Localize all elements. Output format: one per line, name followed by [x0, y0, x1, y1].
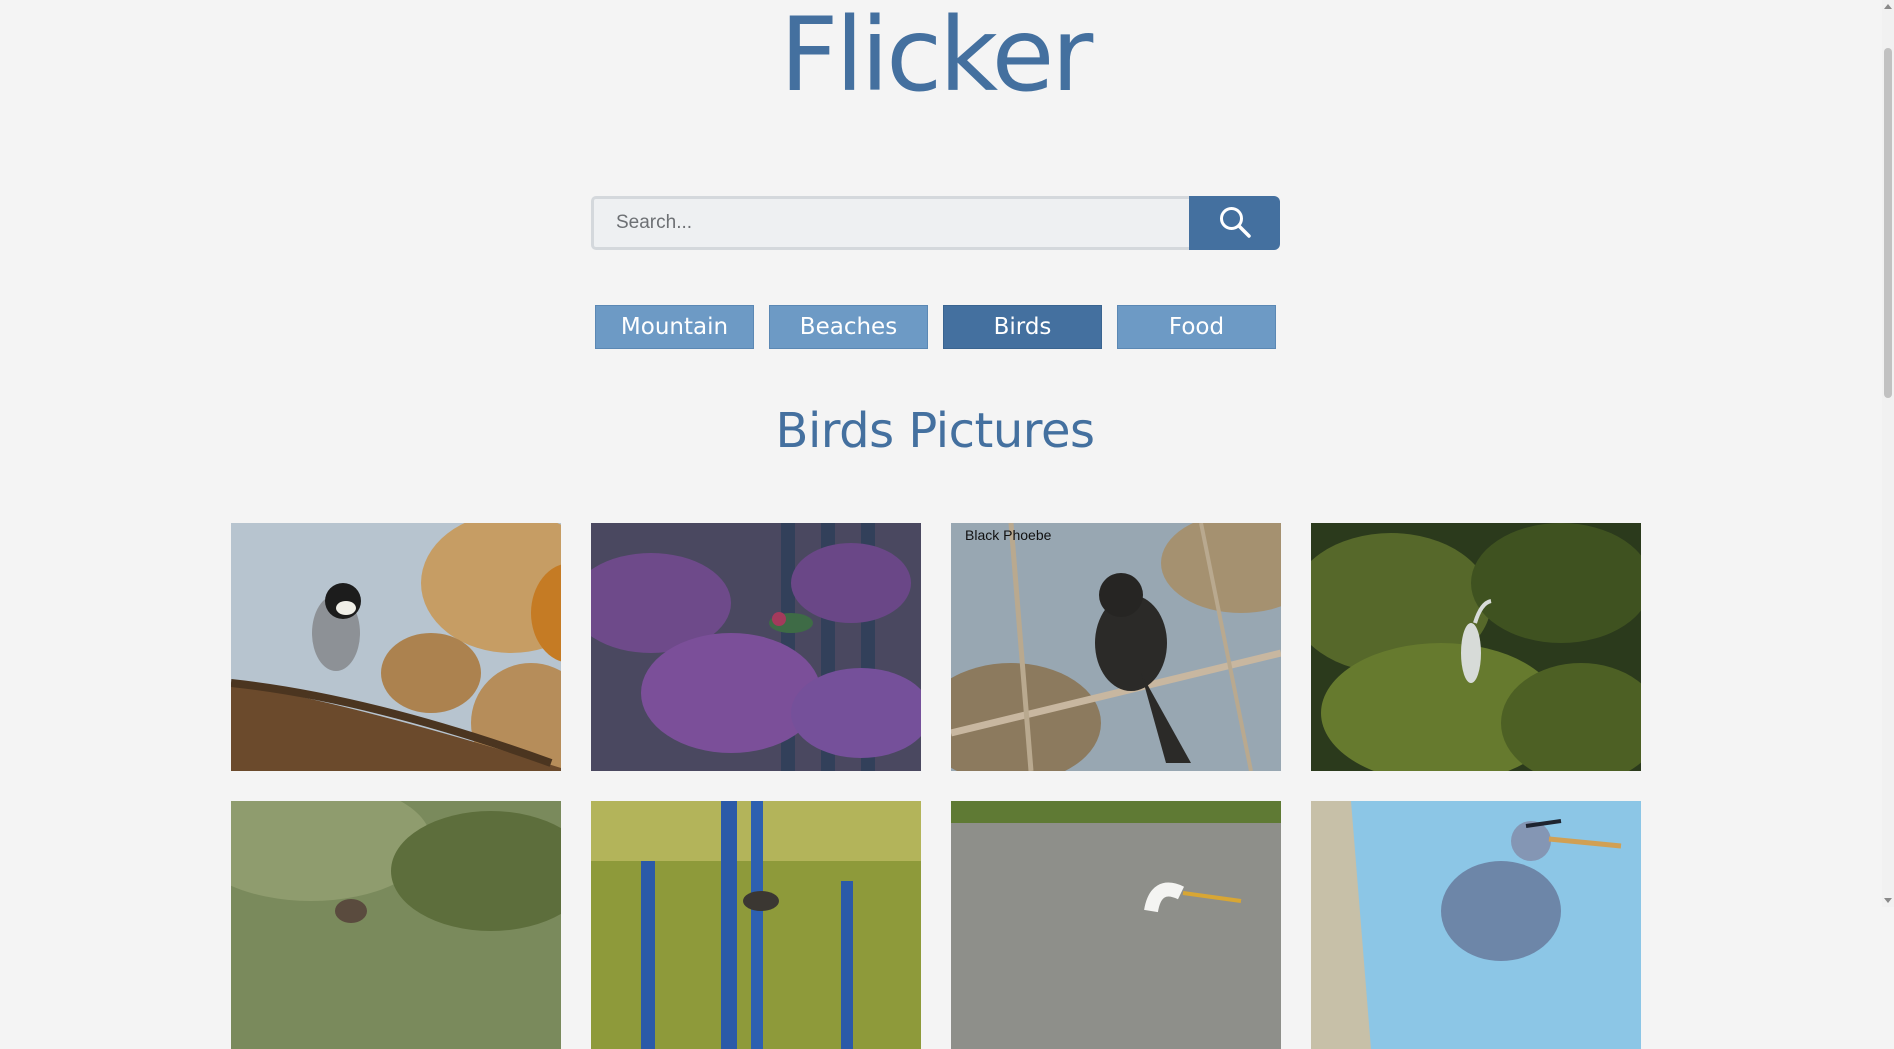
scroll-up-icon[interactable]	[1884, 4, 1892, 9]
search-button[interactable]	[1189, 196, 1280, 250]
category-button-birds[interactable]: Birds	[943, 305, 1102, 349]
page: Flicker Mountain Beaches Birds Food Bird…	[0, 0, 1882, 1049]
heron-in-trees-photo[interactable]	[1311, 523, 1641, 771]
category-button-mountain[interactable]: Mountain	[595, 305, 754, 349]
chickadee-photo[interactable]	[231, 523, 561, 771]
category-button-beaches[interactable]: Beaches	[769, 305, 928, 349]
blurred-bird-photo[interactable]	[231, 801, 561, 1049]
hummingbird-photo[interactable]	[591, 523, 921, 771]
great-blue-heron-photo[interactable]	[1311, 801, 1641, 1049]
egret-photo[interactable]	[951, 801, 1281, 1049]
scroll-down-icon[interactable]	[1884, 898, 1892, 903]
photo-caption: Black Phoebe	[965, 527, 1052, 543]
scrollbar-thumb[interactable]	[1884, 48, 1892, 398]
page-scrollbar[interactable]	[1882, 0, 1894, 907]
gallery-title: Birds Pictures	[775, 403, 1095, 459]
black-phoebe-photo[interactable]: Black Phoebe	[951, 523, 1281, 771]
site-logo[interactable]: Flicker	[0, 0, 1870, 116]
search-input[interactable]	[591, 196, 1189, 250]
search-bar	[591, 196, 1280, 250]
search-icon	[1218, 205, 1252, 242]
bird-on-fence-photo[interactable]	[591, 801, 921, 1049]
category-button-food[interactable]: Food	[1117, 305, 1276, 349]
category-buttons: Mountain Beaches Birds Food	[595, 305, 1276, 349]
